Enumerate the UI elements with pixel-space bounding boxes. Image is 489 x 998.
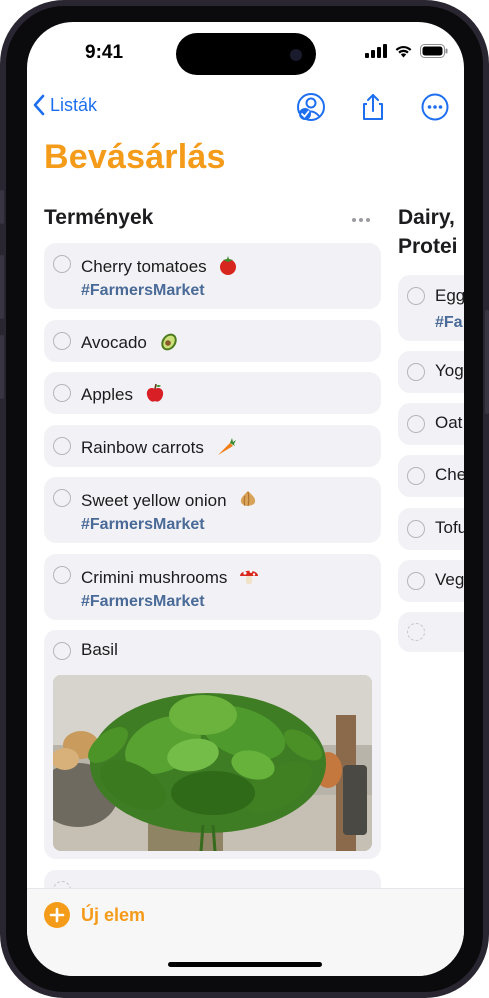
column-header: Dairy, — [398, 206, 455, 229]
checkbox[interactable] — [53, 384, 71, 402]
list-item[interactable]: Crimini mushrooms #FarmersMarket — [44, 554, 381, 620]
tomato-icon — [217, 254, 239, 281]
status-time: 9:41 — [85, 42, 124, 63]
list-item[interactable]: Avocado — [44, 320, 381, 362]
battery-icon — [420, 44, 448, 58]
new-item-placeholder[interactable] — [398, 612, 464, 652]
item-label: Sweet yellow onion — [81, 490, 227, 510]
item-label: Crimini mushrooms — [81, 567, 228, 587]
mushroom-icon — [238, 565, 260, 592]
item-label: Basil — [81, 640, 118, 659]
cellular-signal-icon — [365, 44, 387, 58]
page-title: Bevásárlás — [44, 138, 226, 176]
front-camera — [290, 49, 302, 61]
status-icons — [365, 44, 448, 58]
checkbox[interactable] — [53, 566, 71, 584]
item-label: Tofu — [435, 518, 464, 537]
checkbox[interactable] — [407, 363, 425, 381]
list-item[interactable]: Rainbow carrots — [44, 425, 381, 467]
item-tag[interactable]: #Fa — [435, 314, 463, 332]
checkbox-placeholder — [407, 623, 425, 641]
item-label: Yog — [435, 361, 464, 380]
item-label: Apples — [81, 384, 133, 404]
item-label: Egg — [435, 286, 464, 305]
onion-icon — [237, 488, 259, 515]
item-label: Che — [435, 465, 464, 484]
action-button — [0, 190, 4, 224]
list-item[interactable]: Oat — [398, 403, 464, 445]
item-label: Avocado — [81, 332, 147, 352]
share-list-button[interactable] — [296, 92, 326, 122]
volume-up-button — [0, 255, 4, 319]
new-item-label: Új elem — [81, 904, 146, 925]
item-tag[interactable]: #FarmersMarket — [81, 516, 205, 534]
carrot-icon — [215, 435, 237, 462]
column-more-button[interactable] — [352, 218, 374, 222]
share-icon — [363, 94, 383, 120]
checkbox[interactable] — [53, 489, 71, 507]
power-button — [485, 310, 489, 414]
item-label: Rainbow carrots — [81, 437, 204, 457]
more-button[interactable] — [420, 92, 450, 122]
item-tag[interactable]: #FarmersMarket — [81, 593, 205, 611]
list-item[interactable]: Cherry tomatoes #FarmersMarket — [44, 243, 381, 309]
basil-photo[interactable] — [53, 675, 372, 851]
person-checkmark-icon — [297, 93, 325, 121]
checkbox[interactable] — [407, 467, 425, 485]
list-item[interactable]: Tofu — [398, 508, 464, 550]
checkbox[interactable] — [53, 642, 71, 660]
item-label: Veg — [435, 570, 464, 589]
list-item[interactable]: Yog — [398, 351, 464, 393]
basil-photo-image — [53, 675, 372, 851]
ellipsis-circle-icon — [421, 93, 449, 121]
list-item[interactable]: Sweet yellow onion #FarmersMarket — [44, 477, 381, 543]
item-label: Cherry tomatoes — [81, 256, 207, 276]
checkbox[interactable] — [407, 287, 425, 305]
volume-down-button — [0, 335, 4, 399]
share-button[interactable] — [358, 92, 388, 122]
item-label: Oat — [435, 413, 463, 432]
checkbox[interactable] — [53, 255, 71, 273]
plus-circle-icon — [44, 902, 70, 928]
checkbox[interactable] — [53, 332, 71, 350]
new-item-button[interactable]: Új elem — [44, 902, 145, 928]
wifi-icon — [395, 45, 412, 58]
checkbox[interactable] — [407, 520, 425, 538]
list-item[interactable]: Apples — [44, 372, 381, 414]
avocado-icon — [158, 330, 180, 357]
checkbox[interactable] — [407, 415, 425, 433]
screen: 9:41 Listák Bevásárlás Termények Cherry … — [27, 22, 464, 976]
list-item[interactable]: Basil — [44, 630, 381, 859]
checkbox[interactable] — [53, 437, 71, 455]
list-item[interactable]: Che — [398, 455, 464, 497]
list-item[interactable]: Veg — [398, 560, 464, 602]
list-item[interactable]: Egg #Fa — [398, 275, 464, 341]
column-header: Termények — [44, 206, 154, 229]
checkbox[interactable] — [407, 572, 425, 590]
chevron-left-icon — [33, 94, 45, 116]
back-button[interactable]: Listák — [33, 94, 97, 116]
apple-icon — [144, 382, 166, 409]
column-header-line2: Protei — [398, 235, 458, 258]
item-tag[interactable]: #FarmersMarket — [81, 282, 205, 300]
back-label: Listák — [50, 94, 98, 115]
home-indicator[interactable] — [168, 962, 322, 967]
